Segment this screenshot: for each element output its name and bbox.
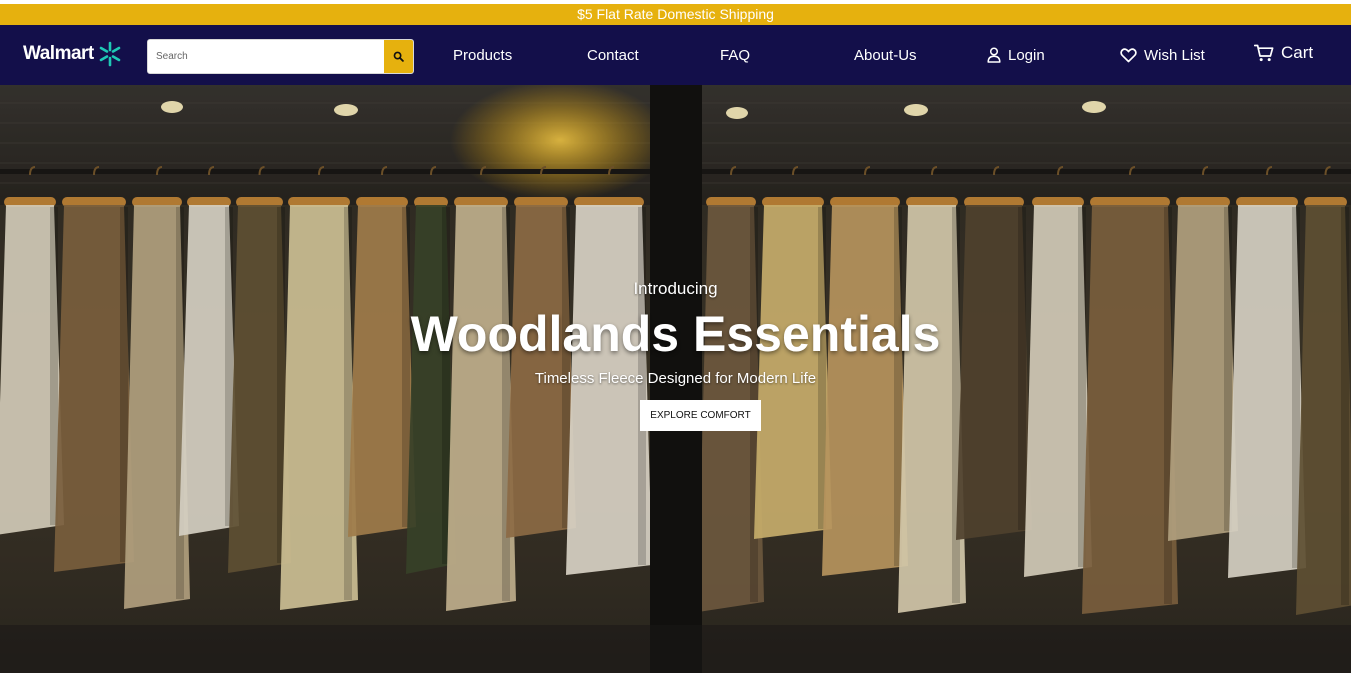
explore-comfort-button[interactable]: EXPLORE COMFORT <box>640 400 761 431</box>
walmart-logo[interactable]: Walmart <box>23 39 122 69</box>
nav-contact[interactable]: Contact <box>587 25 639 85</box>
nav-wish-list[interactable]: Wish List <box>1120 25 1205 85</box>
cart-icon <box>1254 44 1274 62</box>
search-icon <box>393 51 404 62</box>
logo-text: Walmart <box>23 43 94 64</box>
search-button[interactable] <box>384 40 413 73</box>
spark-icon <box>99 41 121 67</box>
hero-intro: Introducing <box>633 279 718 298</box>
nav-about-us[interactable]: About-Us <box>854 25 917 85</box>
heart-icon <box>1120 47 1137 62</box>
hero-subline: Timeless Fleece Designed for Modern Life <box>534 370 817 387</box>
hero-headline: Woodlands Essentials <box>410 306 941 362</box>
navbar: Walmart Products Contact FAQ About-Us <box>0 25 1351 85</box>
nav-cart[interactable]: Cart <box>1254 23 1313 83</box>
user-icon <box>987 47 1001 63</box>
search-input[interactable] <box>148 40 384 73</box>
nav-products[interactable]: Products <box>453 25 512 85</box>
hero-banner: Introducing Woodlands Essentials Timeles… <box>0 85 1351 673</box>
login-label: Login <box>1008 46 1045 64</box>
promo-banner: $5 Flat Rate Domestic Shipping <box>0 4 1351 25</box>
search-bar <box>147 39 414 74</box>
cart-label: Cart <box>1281 43 1314 62</box>
wish-list-label: Wish List <box>1144 46 1205 64</box>
nav-faq[interactable]: FAQ <box>720 25 750 85</box>
nav-login[interactable]: Login <box>987 25 1045 85</box>
